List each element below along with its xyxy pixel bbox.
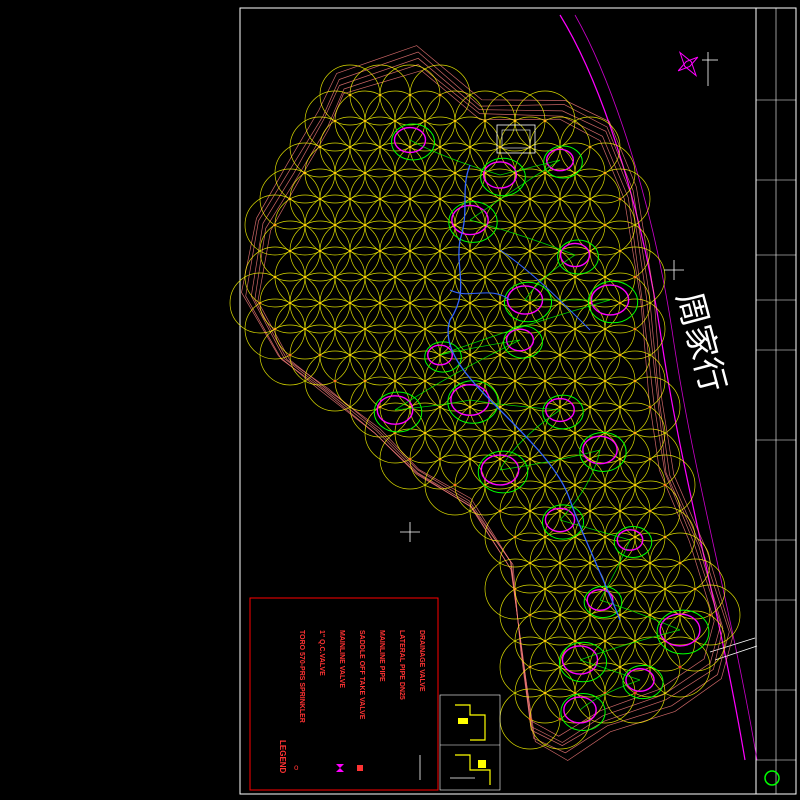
lateral-pipe xyxy=(447,380,499,424)
legend-item-label: MAINLINE PIPE xyxy=(378,630,385,682)
legend-item-label: DRAINAGE VALVE xyxy=(418,630,425,692)
drawing-frame xyxy=(239,7,797,795)
lateral-pipe xyxy=(542,394,584,430)
north-arrow-icon xyxy=(677,51,718,86)
legend-item-label: 1" Q.C.VALVE xyxy=(318,630,325,676)
sprinkler-head-icon xyxy=(678,665,682,669)
lateral-pipe xyxy=(439,299,611,356)
lateral-pipe xyxy=(583,585,623,619)
lateral-pipe xyxy=(543,145,583,179)
lateral-pipe xyxy=(541,504,585,540)
lateral-pipe xyxy=(622,664,664,700)
company-logo-icon xyxy=(764,770,780,786)
detail-insets xyxy=(439,694,501,791)
lateral-pipe xyxy=(613,526,653,558)
street-label: 周家行 xyxy=(668,288,733,397)
legend: TORO 570-PRS SPRINKLER o 1" Q.C.VALVE MAINL… xyxy=(249,597,439,791)
sprinkler-head-icon xyxy=(633,691,637,695)
irrigation-plan: 周家行 TORO 570-PRS SPRINKLER o 1" Q.C.VALVE M… xyxy=(229,7,797,795)
legend-item-label: TORO 570-PRS SPRINKLER xyxy=(298,630,305,723)
lateral-pipe xyxy=(499,449,601,471)
legend-saddle-icon xyxy=(357,765,363,771)
legend-valve-icon xyxy=(336,764,344,772)
lateral-pipe xyxy=(587,280,639,324)
sprinkler-head-icon xyxy=(558,717,562,721)
title-block xyxy=(755,7,797,795)
legend-item-label: LATERAL PIPE DN25 xyxy=(398,630,405,700)
lateral-pipe xyxy=(559,519,631,541)
lateral-pipe xyxy=(557,239,599,275)
cad-drawing: 周家行 TORO 570-PRS SPRINKLER o 1" Q.C.VALVE M… xyxy=(0,0,800,800)
legend-title: LEGEND xyxy=(278,740,287,774)
legend-symbol-sprinkler-icon: o xyxy=(294,763,299,772)
legend-item-label: MAINLINE VALVE xyxy=(338,630,345,688)
lateral-pipe xyxy=(448,201,498,243)
legend-item-label: SADDLE OFF TAKE VALVE xyxy=(358,630,365,720)
